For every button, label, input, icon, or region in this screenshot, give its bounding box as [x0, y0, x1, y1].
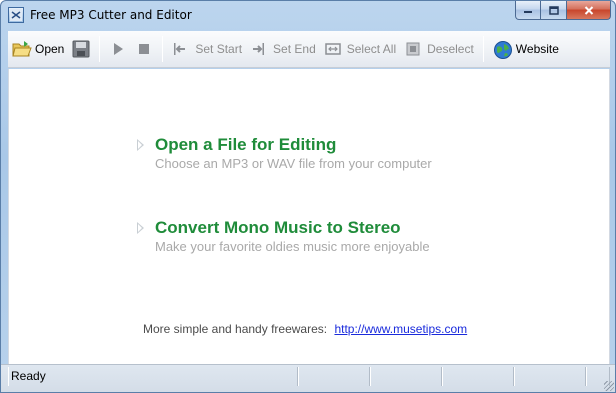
- set-start-button[interactable]: Set Start: [168, 34, 246, 64]
- footer-line: More simple and handy freewares: http://…: [143, 322, 467, 336]
- website-link[interactable]: http://www.musetips.com: [334, 322, 467, 336]
- toolbar-separator: [162, 36, 164, 62]
- set-end-icon: [250, 40, 268, 58]
- app-icon[interactable]: [8, 7, 24, 23]
- status-cell: [442, 367, 514, 386]
- website-button[interactable]: Website: [489, 34, 563, 64]
- status-cell: [514, 367, 586, 386]
- main-panel: Open a File for Editing Choose an MP3 or…: [8, 69, 610, 364]
- action-title[interactable]: Convert Mono Music to Stereo: [155, 218, 430, 238]
- deselect-button[interactable]: Deselect: [400, 34, 478, 64]
- resize-grip-icon[interactable]: [604, 381, 614, 391]
- play-icon: [109, 40, 127, 58]
- toolbar-separator: [99, 36, 101, 62]
- footer-text: More simple and handy freewares:: [143, 322, 328, 336]
- set-end-button[interactable]: Set End: [246, 34, 320, 64]
- stop-icon: [135, 40, 153, 58]
- open-label: Open: [35, 42, 65, 56]
- title-bar[interactable]: Free MP3 Cutter and Editor: [1, 1, 615, 31]
- toolbar: Open Set Start Set End Select All Desele…: [8, 31, 610, 68]
- status-text: Ready: [11, 369, 46, 383]
- deselect-icon: [404, 40, 422, 58]
- arrow-right-icon: [137, 139, 144, 151]
- open-button[interactable]: Open: [8, 34, 68, 64]
- set-start-icon: [172, 40, 190, 58]
- folder-open-icon: [12, 40, 32, 58]
- arrow-right-icon: [137, 222, 144, 234]
- status-cells: Ready: [8, 367, 610, 386]
- action-title[interactable]: Open a File for Editing: [155, 135, 432, 155]
- status-bar: Ready: [1, 364, 615, 392]
- deselect-label: Deselect: [427, 42, 474, 56]
- select-all-label: Select All: [346, 42, 397, 56]
- app-window: Free MP3 Cutter and Editor Open Set Star…: [0, 0, 616, 393]
- close-button[interactable]: [567, 1, 611, 20]
- set-start-label: Set Start: [195, 42, 243, 56]
- select-all-icon: [324, 40, 342, 58]
- status-cell: [370, 367, 442, 386]
- stop-button[interactable]: [131, 34, 157, 64]
- action-subtitle: Make your favorite oldies music more enj…: [155, 239, 430, 254]
- close-icon: [584, 5, 593, 15]
- select-all-button[interactable]: Select All: [320, 34, 400, 64]
- status-cell-main: Ready: [8, 367, 298, 386]
- open-file-action[interactable]: Open a File for Editing Choose an MP3 or…: [137, 135, 432, 171]
- set-end-label: Set End: [273, 42, 316, 56]
- window-controls: [515, 1, 611, 21]
- minimize-icon: [524, 11, 532, 13]
- maximize-button[interactable]: [541, 1, 567, 20]
- toolbar-separator: [482, 36, 484, 62]
- maximize-icon: [548, 5, 559, 15]
- save-button[interactable]: [68, 34, 94, 64]
- play-button[interactable]: [105, 34, 131, 64]
- website-label: Website: [515, 42, 559, 56]
- window-title: Free MP3 Cutter and Editor: [30, 8, 192, 22]
- minimize-button[interactable]: [515, 1, 541, 20]
- action-subtitle: Choose an MP3 or WAV file from your comp…: [155, 156, 432, 171]
- globe-icon: [493, 40, 512, 59]
- convert-mono-action[interactable]: Convert Mono Music to Stereo Make your f…: [137, 218, 430, 254]
- save-icon: [72, 40, 90, 58]
- status-cell: [298, 367, 370, 386]
